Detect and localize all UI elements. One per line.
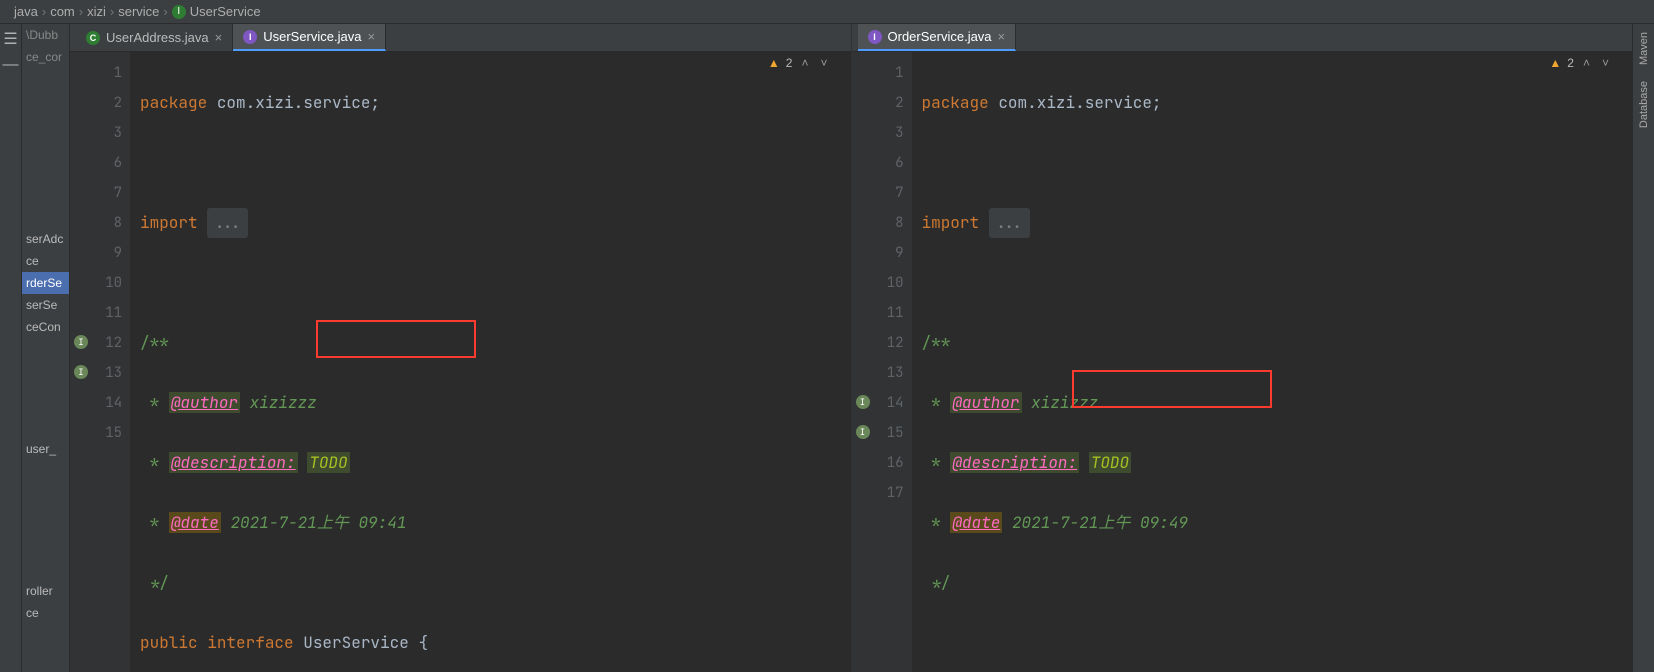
warning-count: 2: [786, 56, 793, 70]
editor-split: C UserAddress.java × I UserService.java …: [70, 24, 1632, 672]
sidebar-item[interactable]: user_: [22, 438, 69, 460]
sidebar-label: \Dubb: [22, 24, 69, 46]
sidebar-item[interactable]: ceCon: [22, 316, 69, 338]
fold-ellipsis[interactable]: ...: [989, 208, 1030, 238]
tab-bar: C UserAddress.java × I UserService.java …: [70, 24, 851, 52]
editor-pane-left: C UserAddress.java × I UserService.java …: [70, 24, 852, 672]
chevron-up-icon[interactable]: ˄: [1580, 56, 1593, 70]
chevron-up-icon[interactable]: ˄: [798, 56, 811, 70]
breadcrumb-seg[interactable]: java: [10, 4, 42, 19]
impl-gutter-icon[interactable]: I: [74, 335, 88, 349]
close-icon[interactable]: ×: [998, 29, 1006, 44]
warning-icon[interactable]: ▲: [768, 56, 780, 70]
breadcrumb: java › com › xizi › service › IUserServi…: [0, 0, 1654, 24]
right-tool-tabs: Maven Database: [1632, 24, 1654, 672]
tab-orderservice[interactable]: I OrderService.java ×: [858, 24, 1017, 51]
code-area[interactable]: 1 2 3 6 7 8 9 10 11 I12 I13 14 15: [70, 52, 851, 672]
close-icon[interactable]: ×: [367, 29, 375, 44]
tab-label: UserService.java: [263, 29, 361, 44]
sidebar-item[interactable]: serAdc: [22, 228, 69, 250]
breadcrumb-seg[interactable]: service: [114, 4, 163, 19]
code-area[interactable]: 1 2 3 6 7 8 9 10 11 12 13 I14 I15 16: [852, 52, 1633, 672]
line-gutter: 1 2 3 6 7 8 9 10 11 12 13 I14 I15 16: [852, 52, 912, 672]
warning-icon[interactable]: ▲: [1549, 56, 1561, 70]
sidebar-item[interactable]: ce: [22, 250, 69, 272]
sidebar-item[interactable]: rderSe: [22, 272, 69, 294]
sidebar-item[interactable]: serSe: [22, 294, 69, 316]
editor-pane-right: I OrderService.java × 1 2 3 6 7 8 9 10: [852, 24, 1633, 672]
interface-icon: I: [868, 30, 882, 44]
impl-gutter-icon[interactable]: I: [856, 425, 870, 439]
tool-tab-database[interactable]: Database: [1636, 73, 1652, 136]
tab-userservice[interactable]: I UserService.java ×: [233, 24, 386, 51]
warning-count: 2: [1567, 56, 1574, 70]
class-icon: C: [86, 31, 100, 45]
interface-icon: I: [172, 5, 186, 19]
line-gutter: 1 2 3 6 7 8 9 10 11 I12 I13 14 15: [70, 52, 130, 672]
sidebar-label: ce_cor: [22, 46, 69, 68]
impl-gutter-icon[interactable]: I: [74, 365, 88, 379]
fold-ellipsis[interactable]: ...: [207, 208, 248, 238]
breadcrumb-seg[interactable]: xizi: [83, 4, 110, 19]
code-text[interactable]: package com.xizi.service; import ... /**…: [130, 52, 851, 672]
project-sidebar[interactable]: \Dubb ce_cor serAdc ce rderSe serSe ceCo…: [22, 24, 70, 672]
sidebar-item[interactable]: roller: [22, 580, 69, 602]
tab-bar: I OrderService.java ×: [852, 24, 1633, 52]
chevron-down-icon[interactable]: ˅: [1599, 56, 1612, 70]
close-icon[interactable]: ×: [215, 30, 223, 45]
tab-useraddress[interactable]: C UserAddress.java ×: [76, 24, 233, 51]
breadcrumb-seg[interactable]: com: [46, 4, 79, 19]
chevron-down-icon[interactable]: ˅: [817, 56, 830, 70]
breadcrumb-class[interactable]: IUserService: [168, 4, 265, 20]
tool-tab-maven[interactable]: Maven: [1636, 24, 1652, 73]
inspection-strip: ▲ 2 ˄ ˅: [1549, 56, 1612, 70]
collapse-icon[interactable]: —: [2, 56, 20, 74]
code-text[interactable]: package com.xizi.service; import ... /**…: [912, 52, 1633, 672]
sidebar-item[interactable]: ce: [22, 602, 69, 624]
tab-label: UserAddress.java: [106, 30, 209, 45]
impl-gutter-icon[interactable]: I: [856, 395, 870, 409]
interface-icon: I: [243, 30, 257, 44]
tab-label: OrderService.java: [888, 29, 992, 44]
inspection-strip: ▲ 2 ˄ ˅: [768, 56, 831, 70]
project-tool-icon[interactable]: ☰: [2, 30, 20, 48]
